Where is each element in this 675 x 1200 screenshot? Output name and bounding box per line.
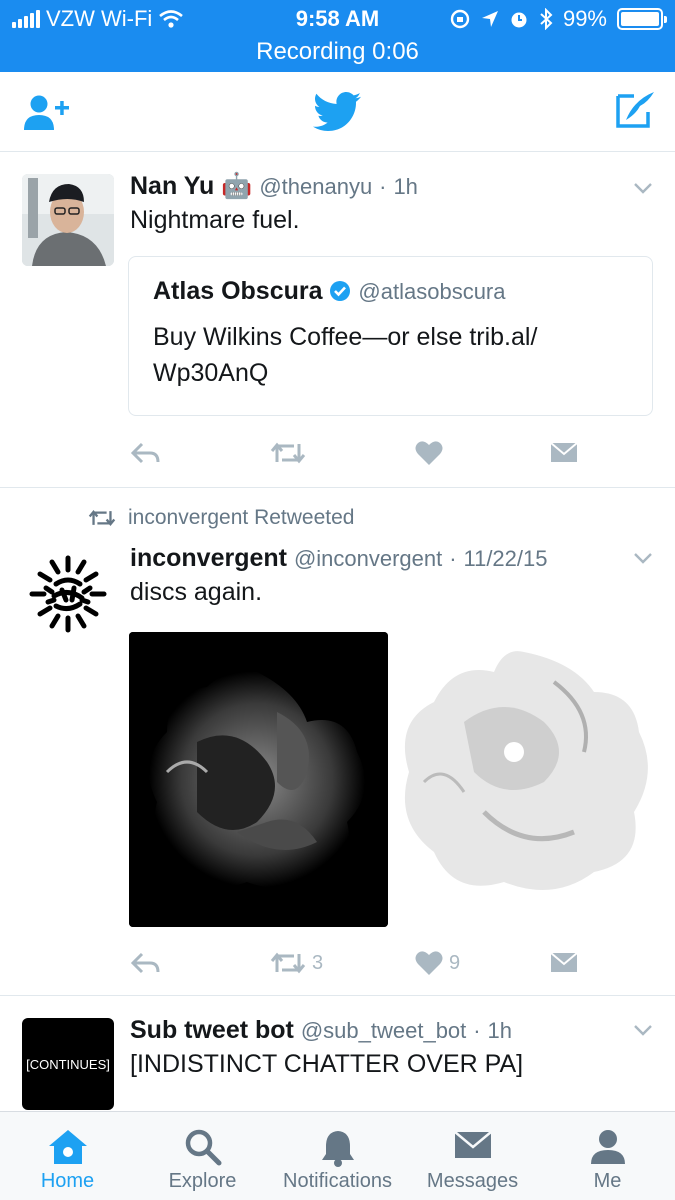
bluetooth-icon: [540, 8, 553, 30]
author-handle[interactable]: @sub_tweet_bot: [301, 1018, 466, 1043]
like-count: 9: [449, 951, 461, 974]
tab-me[interactable]: Me: [540, 1112, 675, 1200]
like-icon[interactable]: [415, 440, 443, 466]
tweet-text: discs again.: [130, 578, 263, 606]
tweet-image-light[interactable]: [394, 632, 655, 927]
top-nav-bar: [0, 72, 675, 152]
home-icon: [48, 1130, 87, 1164]
like-icon: [415, 951, 443, 975]
location-icon: [481, 11, 498, 27]
separator: ·: [473, 1018, 481, 1043]
avatar[interactable]: [22, 174, 114, 266]
person-icon: [590, 1130, 625, 1164]
tab-notifications[interactable]: Notifications: [270, 1112, 405, 1200]
tab-label: Messages: [426, 1170, 519, 1192]
retweet-action[interactable]: 3: [270, 950, 323, 976]
quoted-tweet[interactable]: Atlas Obscura @atlasobscura Buy Wilkins …: [128, 256, 653, 416]
tab-messages[interactable]: Messages: [405, 1112, 540, 1200]
quoted-text[interactable]: Buy Wilkins Coffee—or else trib.al/ Wp30…: [153, 319, 623, 391]
quoted-author-name: Atlas Obscura: [153, 277, 323, 305]
tweet-header: Nan Yu 🤖 @thenanyu · 1h: [130, 172, 418, 201]
avatar-photo: [22, 174, 114, 266]
recording-indicator[interactable]: Recording 0:06: [0, 38, 675, 66]
compose-icon[interactable]: [614, 90, 656, 130]
tweet-time: 11/22/15: [463, 546, 548, 571]
avatar-text: [CONTINUES]: [26, 1056, 110, 1072]
direct-message-icon[interactable]: [550, 440, 578, 464]
bottom-tab-bar: Home Explore Notifications Messages Me: [0, 1111, 675, 1200]
quoted-author-handle: @atlasobscura: [358, 279, 506, 304]
tab-home[interactable]: Home: [0, 1112, 135, 1200]
chevron-down-icon[interactable]: [633, 182, 653, 194]
alarm-icon: [511, 12, 527, 28]
tweet-image-dark[interactable]: [129, 632, 388, 927]
screen-lock-icon: [450, 9, 470, 29]
retweet-icon: [270, 952, 306, 974]
reply-icon[interactable]: [130, 440, 160, 466]
avatar-inconvergent[interactable]: [22, 548, 114, 640]
avatar-sub-tweet-bot[interactable]: [CONTINUES]: [22, 1018, 114, 1110]
author-handle[interactable]: @inconvergent: [294, 546, 442, 571]
direct-message-icon[interactable]: [550, 950, 578, 974]
tweet-actions: 3 9: [130, 950, 580, 980]
twitter-bird-icon[interactable]: [313, 92, 361, 132]
reply-icon[interactable]: [130, 950, 160, 976]
tweet-actions: [130, 440, 580, 470]
tweet-text: Nightmare fuel.: [130, 206, 300, 234]
avatar-pattern: [28, 554, 108, 634]
retweet-context: inconvergent Retweeted: [88, 506, 354, 530]
retweet-icon[interactable]: [270, 440, 306, 466]
tweet-nan-yu[interactable]: Nan Yu 🤖 @thenanyu · 1h Nightmare fuel. …: [0, 152, 675, 488]
author-name[interactable]: inconvergent: [130, 544, 287, 572]
separator: ·: [449, 546, 457, 571]
add-user-icon[interactable]: [24, 94, 70, 132]
tweet-header: Sub tweet bot @sub_tweet_bot · 1h: [130, 1016, 512, 1045]
separator: ·: [379, 174, 387, 199]
tweet-header: inconvergent @inconvergent · 11/22/15: [130, 544, 548, 573]
chevron-down-icon[interactable]: [633, 1024, 653, 1036]
tweet-text: [INDISTINCT CHATTER OVER PA]: [130, 1050, 524, 1078]
author-name[interactable]: Nan Yu: [130, 172, 214, 200]
author-name[interactable]: Sub tweet bot: [130, 1016, 294, 1044]
tweet-time: 1h: [393, 174, 418, 199]
tab-label: Home: [40, 1170, 95, 1192]
search-icon: [185, 1129, 221, 1166]
tab-label: Me: [593, 1170, 622, 1192]
tab-explore[interactable]: Explore: [135, 1112, 270, 1200]
light-disc-image: [394, 632, 655, 927]
retweet-small-icon: [88, 510, 116, 526]
dark-disc-image: [129, 632, 388, 927]
like-action[interactable]: 9: [415, 950, 460, 976]
chevron-down-icon[interactable]: [633, 552, 653, 564]
battery-percent: 99%: [562, 6, 607, 31]
battery-icon: [617, 8, 667, 30]
tab-label: Explore: [168, 1170, 237, 1192]
quoted-header: Atlas Obscura @atlasobscura: [153, 277, 506, 306]
tweet-time: 1h: [487, 1018, 513, 1043]
battery-fill: [621, 12, 659, 26]
tab-label: Notifications: [283, 1170, 392, 1192]
bell-icon: [321, 1131, 354, 1167]
envelope-icon: [453, 1131, 492, 1158]
verified-badge-icon: [330, 281, 351, 301]
robot-emoji-icon: 🤖: [221, 172, 253, 200]
status-bar: VZW Wi-Fi 9:58 AM 99% Recording 0:06: [0, 0, 675, 72]
status-right: 99%: [449, 6, 667, 32]
retweeted-by-label[interactable]: inconvergent Retweeted: [128, 506, 354, 530]
retweet-count: 3: [312, 951, 324, 974]
author-handle[interactable]: @thenanyu: [259, 174, 372, 199]
